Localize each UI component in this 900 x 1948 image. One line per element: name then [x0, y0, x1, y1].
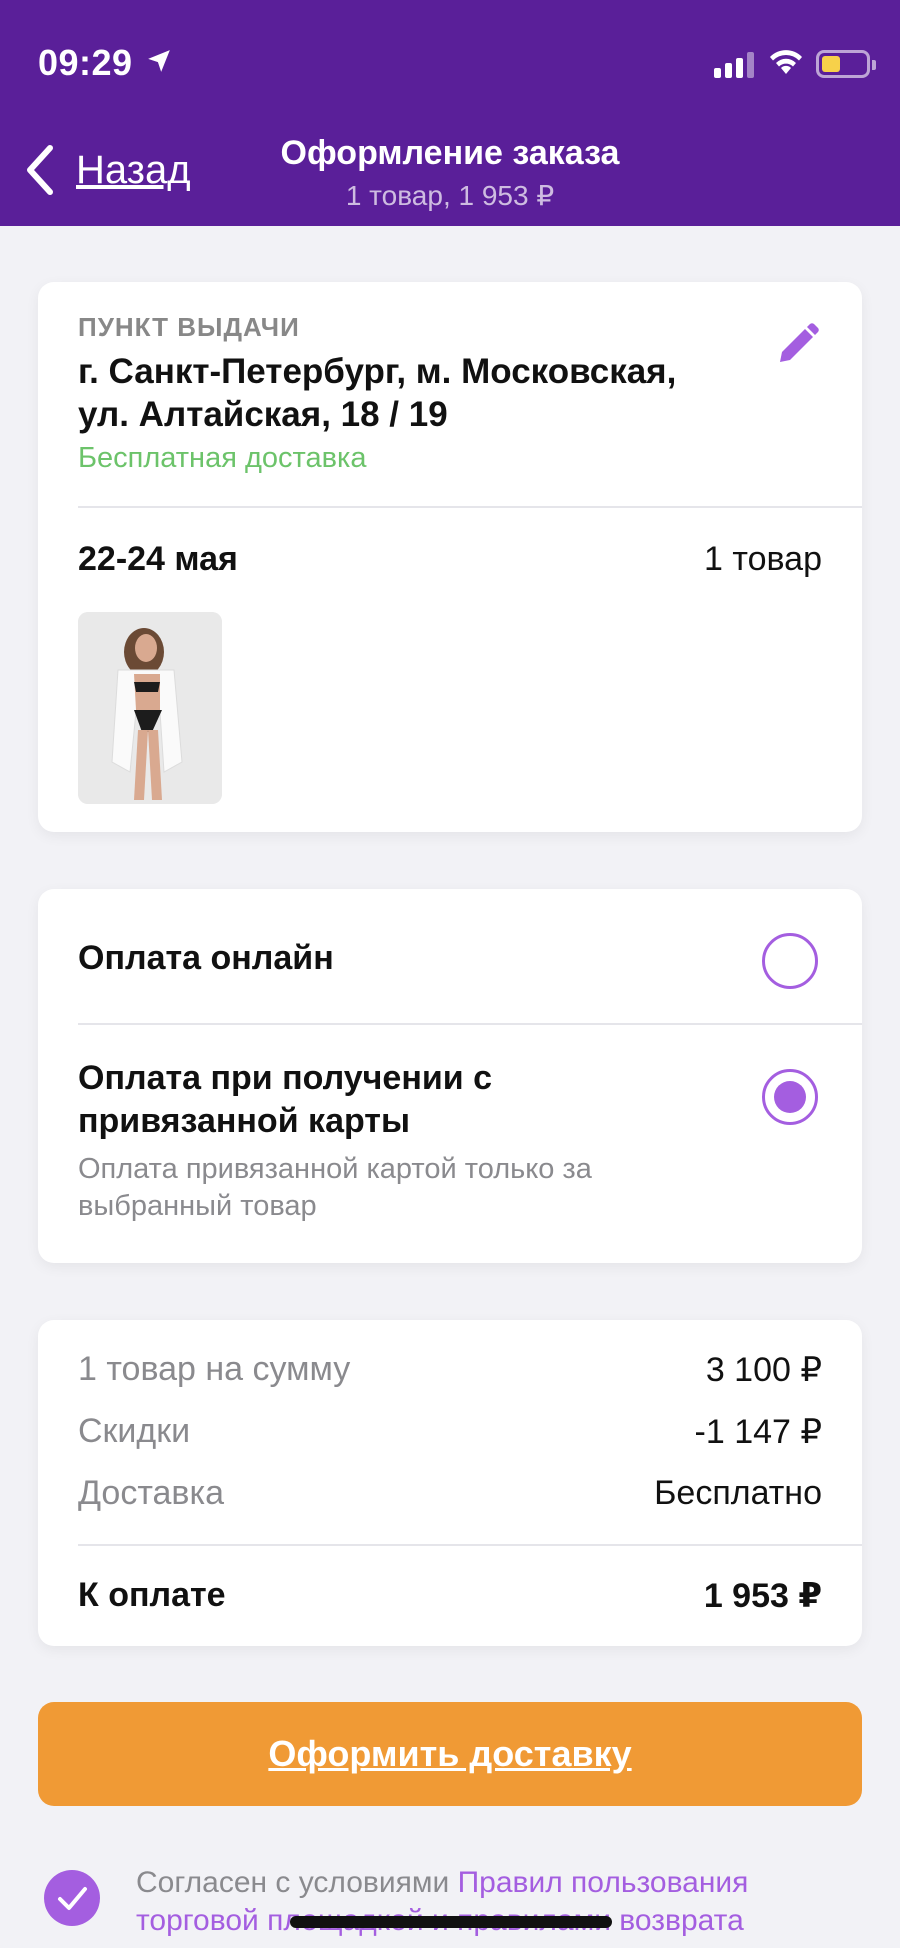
chevron-left-icon	[27, 145, 53, 195]
payment-desc-line-2: выбранный товар	[78, 1190, 317, 1222]
total-label: К оплате	[78, 1576, 226, 1614]
items-sum-value: 3 100 ₽	[705, 1351, 822, 1389]
status-bar: 09:29	[0, 0, 900, 120]
shipping-value: Бесплатно	[654, 1474, 822, 1512]
summary-row-shipping: Доставка Бесплатно	[78, 1474, 822, 1513]
product-photo	[78, 612, 222, 804]
header-bar: 09:29 Назад Оформление заказа 1 товар, 1…	[0, 0, 900, 226]
page-title: Оформление заказа	[280, 134, 620, 172]
terms-link[interactable]: Правил пользования	[458, 1866, 749, 1899]
address-line-1: г. Санкт-Петербург, м. Московская,	[78, 352, 677, 391]
payment-online-label: Оплата онлайн	[78, 939, 334, 977]
home-indicator	[290, 1916, 612, 1928]
pickup-section-label: ПУНКТ ВЫДАЧИ	[78, 312, 300, 342]
back-button[interactable]: Назад	[22, 140, 191, 200]
items-sum-label: 1 товар на сумму	[78, 1350, 351, 1388]
payment-on-receipt-description: Оплата привязанной картой только за выбр…	[78, 1151, 718, 1225]
radio-on-receipt[interactable]	[762, 1069, 818, 1125]
payment-on-receipt-line-2: привязанной карты	[78, 1102, 410, 1140]
battery-icon	[816, 50, 876, 78]
divider	[78, 1023, 862, 1025]
shipping-label: Доставка	[78, 1474, 225, 1512]
summary-row-discount: Скидки -1 147 ₽	[78, 1412, 822, 1452]
status-time: 09:29	[38, 42, 133, 83]
radio-selected-dot	[774, 1081, 806, 1113]
order-summary-card: 1 товар на сумму 3 100 ₽ Скидки -1 147 ₽…	[38, 1320, 862, 1646]
payment-desc-line-1: Оплата привязанной картой только за	[78, 1153, 592, 1185]
product-thumbnail[interactable]	[78, 612, 222, 804]
discount-label: Скидки	[78, 1412, 191, 1450]
item-count: 1 товар	[704, 540, 822, 578]
page-subtitle: 1 товар, 1 953 ₽	[345, 180, 555, 211]
pencil-icon[interactable]	[772, 320, 822, 370]
pickup-address: г. Санкт-Петербург, м. Московская, ул. А…	[78, 350, 758, 436]
agreement-checkbox[interactable]	[44, 1870, 100, 1926]
summary-row-total: К оплате 1 953 ₽	[78, 1576, 822, 1616]
location-arrow-icon	[148, 50, 170, 72]
summary-row-items: 1 товар на сумму 3 100 ₽	[78, 1350, 822, 1390]
total-value: 1 953 ₽	[703, 1577, 822, 1615]
pickup-point-card: ПУНКТ ВЫДАЧИ г. Санкт-Петербург, м. Моск…	[38, 282, 862, 832]
agreement-text: Согласен с условиями Правил пользования …	[136, 1864, 856, 1940]
wifi-icon	[770, 50, 802, 74]
payment-method-card: Оплата онлайн Оплата при получении с при…	[38, 889, 862, 1263]
address-line-2: ул. Алтайская, 18 / 19	[78, 395, 448, 434]
payment-on-receipt-line-1: Оплата при получении с	[78, 1059, 493, 1097]
radio-online[interactable]	[762, 933, 818, 989]
back-label: Назад	[76, 147, 191, 192]
agreement-prefix: Согласен с условиями	[136, 1866, 458, 1899]
checkout-delivery-button[interactable]: Оформить доставку	[38, 1702, 862, 1806]
free-shipping-note: Бесплатная доставка	[78, 442, 367, 474]
discount-value: -1 147 ₽	[694, 1413, 822, 1451]
checkmark-icon	[58, 1887, 87, 1910]
payment-on-receipt-label: Оплата при получении с привязанной карты	[78, 1057, 492, 1143]
divider	[78, 1544, 862, 1546]
page-title-block: Оформление заказа 1 товар, 1 953 ₽	[230, 134, 670, 212]
divider	[78, 506, 862, 508]
delivery-date: 22-24 мая	[78, 540, 238, 578]
